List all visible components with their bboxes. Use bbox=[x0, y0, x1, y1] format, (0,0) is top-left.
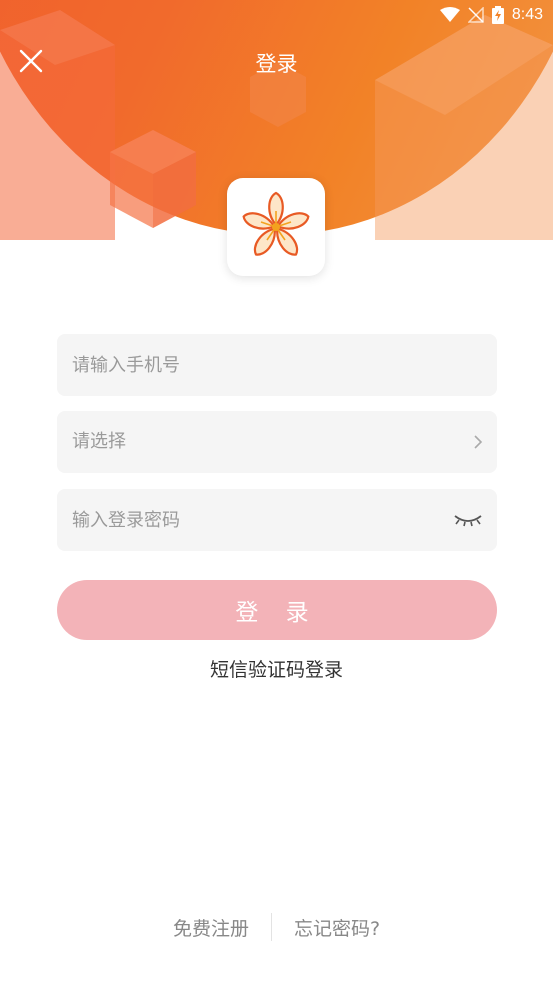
wifi-icon bbox=[439, 7, 460, 22]
battery-charging-icon bbox=[491, 6, 504, 24]
page-title: 登录 bbox=[255, 52, 298, 76]
decorative-cube bbox=[0, 10, 115, 240]
flower-logo-icon bbox=[242, 191, 310, 256]
select-placeholder: 请选择 bbox=[72, 431, 126, 452]
status-time: 8:43 bbox=[511, 6, 543, 23]
phone-field[interactable] bbox=[57, 334, 497, 396]
login-button[interactable]: 登 录 bbox=[57, 580, 497, 640]
phone-input[interactable] bbox=[57, 334, 497, 396]
chevron-right-icon bbox=[473, 411, 483, 473]
forgot-password-link[interactable]: 忘记密码? bbox=[294, 914, 380, 941]
footer-divider bbox=[270, 913, 272, 941]
status-bar: 8:43 bbox=[439, 4, 543, 26]
decorative-cube bbox=[110, 130, 196, 228]
password-field[interactable] bbox=[57, 489, 497, 551]
select-field[interactable]: 请选择 bbox=[57, 411, 497, 473]
register-link[interactable]: 免费注册 bbox=[173, 914, 249, 941]
password-input[interactable] bbox=[57, 489, 497, 551]
no-signal-icon bbox=[467, 7, 484, 23]
footer-links: 免费注册 忘记密码? bbox=[0, 912, 553, 942]
eye-closed-icon[interactable] bbox=[453, 489, 483, 551]
app-logo bbox=[227, 178, 325, 276]
sms-login-link[interactable]: 短信验证码登录 bbox=[0, 655, 553, 682]
